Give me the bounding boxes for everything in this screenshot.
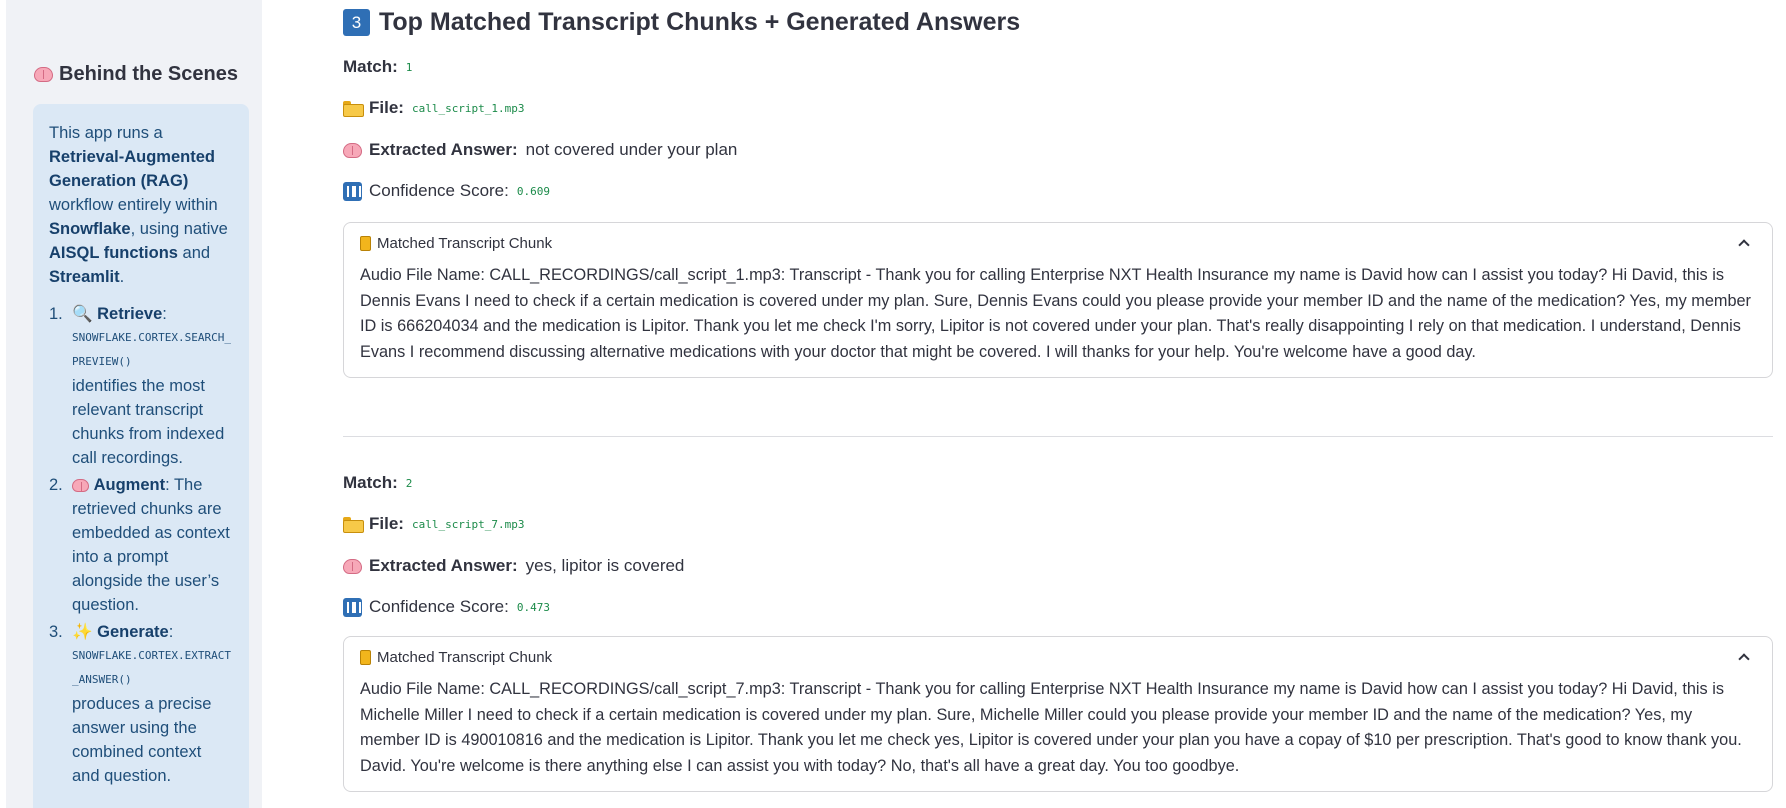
file-label: File:	[369, 514, 404, 533]
confidence-label: Confidence Score:	[369, 597, 509, 616]
brain-icon	[72, 479, 89, 492]
expander-title: Matched Transcript Chunk	[377, 234, 553, 252]
divider	[343, 436, 1773, 437]
match-index: 2	[405, 476, 413, 490]
answer-label: Extracted Answer:	[369, 140, 518, 159]
expander-header[interactable]: Matched Transcript Chunk	[344, 223, 1772, 263]
page-title-text: Top Matched Transcript Chunks + Generate…	[379, 8, 1021, 36]
step-number: 1.	[49, 305, 63, 323]
keycap-three-icon: 3	[343, 9, 370, 36]
intro-t5: .	[119, 268, 125, 286]
chevron-up-icon[interactable]	[1738, 653, 1750, 665]
chevron-up-icon[interactable]	[1738, 239, 1750, 251]
sidebar-title: Behind the Scenes	[34, 63, 238, 86]
input-numbers-icon	[343, 181, 362, 201]
transcript-expander: Matched Transcript Chunk Audio File Name…	[343, 222, 1773, 378]
confidence-label: Confidence Score:	[369, 181, 509, 200]
intro-t2: workflow entirely within	[49, 196, 218, 214]
notepad-icon	[360, 235, 371, 251]
step-code: SNOWFLAKE.CORTEX.SEARCH_PREVIEW()	[72, 331, 231, 368]
brain-icon	[343, 558, 362, 574]
list-item: 2. Augment: The retrieved chunks are emb…	[49, 473, 233, 617]
intro-t4: and	[177, 244, 211, 262]
file-name: call_script_7.mp3	[411, 517, 525, 531]
match-label: Match:	[343, 57, 398, 76]
intro-t1: This app runs a	[49, 124, 163, 142]
info-box: This app runs a Retrieval-Augmented Gene…	[33, 104, 249, 808]
step-name: Retrieve	[97, 305, 163, 323]
step-text: produces a precise answer using the comb…	[72, 695, 212, 785]
confidence-value: 0.473	[516, 600, 550, 614]
file-name: call_script_1.mp3	[411, 101, 525, 115]
answer-row: Extracted Answer: yes, lipitor is covere…	[343, 556, 684, 576]
list-item: 1. 🔍 Retrieve: SNOWFLAKE.CORTEX.SEARCH_P…	[49, 302, 233, 470]
file-row: File: call_script_1.mp3	[343, 98, 525, 118]
confidence-row: Confidence Score: 0.609	[343, 181, 550, 201]
transcript-expander: Matched Transcript Chunk Audio File Name…	[343, 636, 1773, 792]
step-code: SNOWFLAKE.CORTEX.EXTRACT_ANSWER()	[72, 649, 231, 686]
step-number: 2.	[49, 476, 63, 494]
file-row: File: call_script_7.mp3	[343, 514, 525, 534]
intro-b2: Snowflake	[49, 220, 131, 238]
match-index: 1	[405, 60, 413, 74]
transcript-text: Audio File Name: CALL_RECORDINGS/call_sc…	[360, 680, 1742, 775]
match-label: Match:	[343, 473, 398, 492]
step-text: The retrieved chunks are embedded as con…	[72, 476, 230, 614]
intro-b3: AISQL functions	[49, 244, 178, 262]
intro-t3: , using native	[130, 220, 228, 238]
match-row: Match: 2	[343, 473, 412, 493]
expander-title: Matched Transcript Chunk	[377, 648, 553, 666]
confidence-value: 0.609	[516, 184, 550, 198]
input-numbers-icon	[343, 597, 362, 617]
step-name: Generate	[97, 623, 169, 641]
page-title: 3 Top Matched Transcript Chunks + Genera…	[343, 8, 1020, 37]
brain-icon	[343, 142, 362, 158]
intro-text: This app runs a Retrieval-Augmented Gene…	[49, 121, 233, 289]
expander-header[interactable]: Matched Transcript Chunk	[344, 637, 1772, 677]
step-number: 3.	[49, 623, 63, 641]
answer-row: Extracted Answer: not covered under your…	[343, 140, 737, 160]
answer-text: yes, lipitor is covered	[525, 556, 685, 575]
magnifier-icon: 🔍	[72, 305, 93, 323]
step-name: Augment	[93, 476, 166, 494]
steps-list: 1. 🔍 Retrieve: SNOWFLAKE.CORTEX.SEARCH_P…	[49, 302, 233, 788]
step-text: identifies the most relevant transcript …	[72, 377, 225, 467]
match-row: Match: 1	[343, 57, 412, 77]
intro-b1: Retrieval-Augmented Generation (RAG)	[49, 148, 215, 190]
sparkle-icon: ✨	[72, 623, 93, 641]
answer-label: Extracted Answer:	[369, 556, 518, 575]
intro-b4: Streamlit	[49, 268, 120, 286]
list-item: 3. ✨ Generate: SNOWFLAKE.CORTEX.EXTRACT_…	[49, 620, 233, 788]
file-label: File:	[369, 98, 404, 117]
answer-text: not covered under your plan	[525, 140, 738, 159]
transcript-text: Audio File Name: CALL_RECORDINGS/call_sc…	[360, 266, 1751, 361]
sidebar-title-text: Behind the Scenes	[59, 63, 238, 85]
confidence-row: Confidence Score: 0.473	[343, 597, 550, 617]
folder-icon	[343, 517, 364, 533]
brain-icon	[34, 67, 53, 82]
notepad-icon	[360, 649, 371, 665]
sidebar: Behind the Scenes This app runs a Retrie…	[0, 0, 262, 808]
folder-icon	[343, 101, 364, 117]
